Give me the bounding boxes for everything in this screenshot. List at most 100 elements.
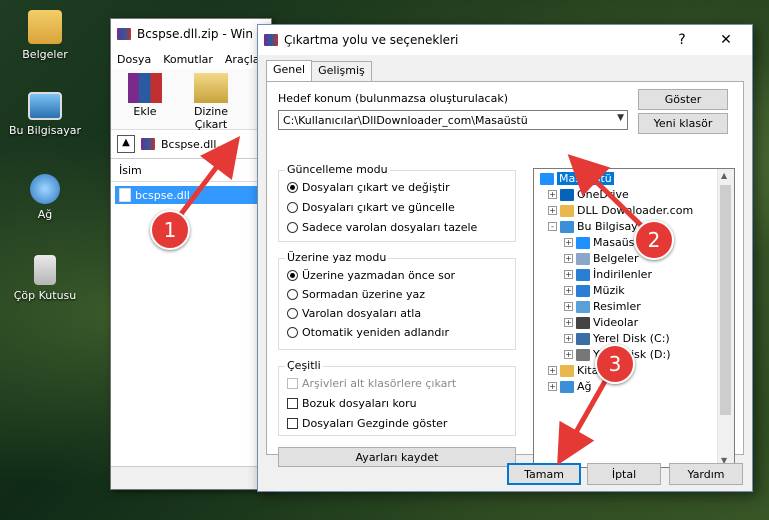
tree-node-label: Yerel Disk (C:) xyxy=(593,332,670,345)
radio-icon xyxy=(287,222,298,233)
checkbox-icon xyxy=(287,418,298,429)
chevron-down-icon[interactable]: ▼ xyxy=(617,113,624,123)
radio-icon xyxy=(287,327,298,338)
computer-icon xyxy=(560,220,574,233)
expand-icon[interactable]: + xyxy=(548,190,557,199)
winrar-icon xyxy=(264,34,278,46)
up-folder-icon[interactable]: ▲ xyxy=(117,135,135,153)
option-keep-broken[interactable]: Bozuk dosyaları koru xyxy=(287,397,417,410)
ok-button[interactable]: Tamam xyxy=(507,463,581,485)
tree-node-label: Videolar xyxy=(593,316,639,329)
tab-strip: Genel Gelişmiş xyxy=(266,60,372,83)
tree-node[interactable]: + Ağ xyxy=(548,379,592,394)
folder-tree[interactable]: ▲ ▼ Masaüstü + OneDrive + DLL Downloader.com… xyxy=(533,168,735,468)
tree-node[interactable]: - Bu Bilgisayar xyxy=(548,219,649,234)
tree-node[interactable]: + Müzik xyxy=(564,283,625,298)
overwrite-option-skip[interactable]: Varolan dosyaları atla xyxy=(287,307,421,320)
tree-node[interactable]: + Resimler xyxy=(564,299,641,314)
menu-tools[interactable]: Araçla xyxy=(225,53,260,66)
tree-scrollbar[interactable]: ▲ ▼ xyxy=(717,169,734,467)
drive-icon xyxy=(576,348,590,361)
desktop-icon-recycle-bin[interactable]: Çöp Kutusu xyxy=(5,255,85,302)
overwrite-option-ask[interactable]: Üzerine yazmadan önce sor xyxy=(287,269,455,282)
tree-node[interactable]: + DLL Downloader.com xyxy=(548,203,693,218)
desktop-icon-network[interactable]: Ağ xyxy=(5,174,85,221)
folder-user-icon xyxy=(28,10,62,44)
expand-icon[interactable]: + xyxy=(564,238,573,247)
recycle-bin-icon xyxy=(34,255,56,285)
tree-node[interactable]: + İndirilenler xyxy=(564,267,652,282)
desktop-icon-label: Çöp Kutusu xyxy=(13,289,77,302)
tree-node[interactable]: + Videolar xyxy=(564,315,638,330)
drive-icon xyxy=(576,332,590,345)
close-icon[interactable]: ✕ xyxy=(704,25,748,55)
extract-dialog: Çıkartma yolu ve seçenekleri ? ✕ Genel G… xyxy=(257,24,753,492)
desktop-icon-documents[interactable]: Belgeler xyxy=(5,10,85,61)
save-settings-button[interactable]: Ayarları kaydet xyxy=(278,447,516,467)
expand-icon[interactable]: + xyxy=(564,350,573,359)
tab-advanced[interactable]: Gelişmiş xyxy=(311,61,372,81)
user-folder-icon xyxy=(560,204,574,217)
menu-commands[interactable]: Komutlar xyxy=(163,53,213,66)
update-option-freshen[interactable]: Sadece varolan dosyaları tazele xyxy=(287,221,477,234)
step-badge-3: 3 xyxy=(595,344,635,384)
expand-icon[interactable]: + xyxy=(564,334,573,343)
collapse-icon[interactable]: - xyxy=(548,222,557,231)
overwrite-option-rename[interactable]: Otomatik yeniden adlandır xyxy=(287,326,449,339)
expand-icon[interactable]: + xyxy=(564,254,573,263)
add-button[interactable]: Ekle xyxy=(117,73,173,125)
show-button[interactable]: Göster xyxy=(638,89,728,110)
expand-icon[interactable]: + xyxy=(564,318,573,327)
dialog-title: Çıkartma yolu ve seçenekleri xyxy=(284,33,459,47)
cancel-button[interactable]: İptal xyxy=(587,463,661,485)
winrar-icon xyxy=(117,28,131,40)
expand-icon[interactable]: + xyxy=(548,382,557,391)
file-row[interactable]: bcspse.dll xyxy=(115,186,267,204)
radio-icon xyxy=(287,202,298,213)
option-extract-subfolders: Arşivleri alt klasörlere çıkart xyxy=(287,377,456,390)
update-option-update[interactable]: Dosyaları çıkart ve güncelle xyxy=(287,201,455,214)
tree-node-label: Resimler xyxy=(593,300,641,313)
new-folder-button[interactable]: Yeni klasör xyxy=(638,113,728,134)
tree-node[interactable]: Masaüstü xyxy=(540,171,614,186)
archive-toolbar: Ekle Dizine Çıkart xyxy=(111,69,271,131)
tree-node[interactable]: + Belgeler xyxy=(564,251,638,266)
desktop-icon-label: Belgeler xyxy=(22,48,68,61)
overwrite-option-without-prompt[interactable]: Sormadan üzerine yaz xyxy=(287,288,425,301)
tree-node[interactable]: + OneDrive xyxy=(548,187,629,202)
expand-icon[interactable]: + xyxy=(548,206,557,215)
expand-icon[interactable]: + xyxy=(564,302,573,311)
overwrite-mode-title: Üzerine yaz modu xyxy=(285,251,389,264)
update-option-replace[interactable]: Dosyaları çıkart ve değiştir xyxy=(287,181,450,194)
archive-menu-bar: Dosya Komutlar Araçla xyxy=(111,49,271,69)
expand-icon[interactable]: + xyxy=(548,366,557,375)
expand-icon[interactable]: + xyxy=(564,286,573,295)
desktop-icon-label: Bu Bilgisayar xyxy=(9,124,81,137)
file-icon xyxy=(119,188,131,202)
dialog-title-bar: Çıkartma yolu ve seçenekleri ? ✕ xyxy=(258,25,752,55)
list-header-name[interactable]: İsim xyxy=(111,159,271,182)
help-title-button[interactable]: ? xyxy=(660,25,704,55)
extract-to-button[interactable]: Dizine Çıkart xyxy=(183,73,239,131)
option-show-in-explorer[interactable]: Dosyaları Gezginde göster xyxy=(287,417,447,430)
desktop-icon-this-pc[interactable]: Bu Bilgisayar xyxy=(5,92,85,137)
tree-node-label: Müzik xyxy=(593,284,625,297)
step-badge-2: 2 xyxy=(634,220,674,260)
help-button[interactable]: Yardım xyxy=(669,463,743,485)
radio-icon xyxy=(287,270,298,281)
destination-label: Hedef konum (bulunmazsa oluşturulacak) xyxy=(278,92,508,105)
add-archive-icon xyxy=(128,73,162,103)
scroll-thumb[interactable] xyxy=(720,185,731,415)
archive-icon xyxy=(141,138,155,150)
desktop-icon xyxy=(576,236,590,249)
tree-node-label: İndirilenler xyxy=(593,268,652,281)
archive-address-bar: ▲ Bcspse.dll. xyxy=(111,130,271,159)
documents-icon xyxy=(576,252,590,265)
tab-general[interactable]: Genel xyxy=(266,60,313,83)
menu-file[interactable]: Dosya xyxy=(117,53,151,66)
music-icon xyxy=(576,284,590,297)
expand-icon[interactable]: + xyxy=(564,270,573,279)
tree-node-label: DLL Downloader.com xyxy=(577,204,694,217)
scroll-up-icon[interactable]: ▲ xyxy=(721,171,727,180)
destination-path-combo[interactable]: C:\Kullanıcılar\DllDownloader_com\Masaüs… xyxy=(278,110,628,130)
